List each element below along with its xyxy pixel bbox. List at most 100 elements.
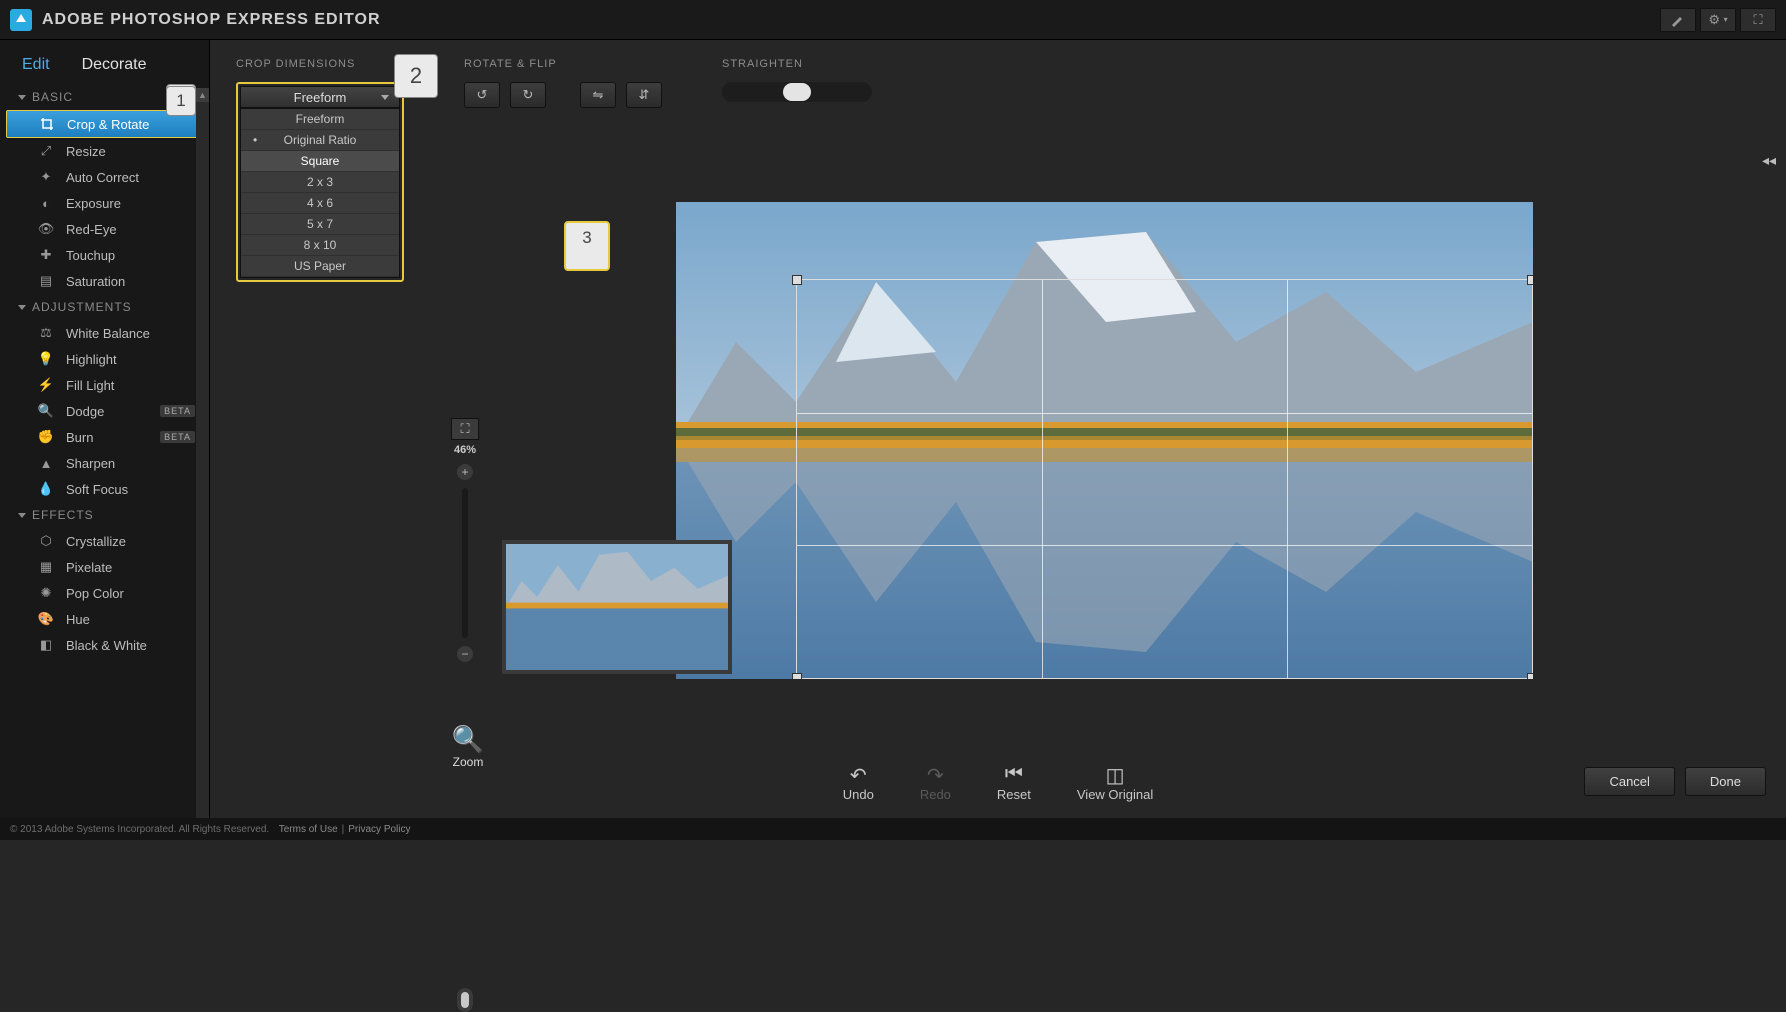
crop-handle-br[interactable]: [1527, 673, 1533, 679]
bw-icon: ◧: [38, 637, 54, 653]
tool-highlight[interactable]: 💡Highlight: [0, 346, 209, 372]
crop-option-square[interactable]: Square: [241, 151, 399, 172]
tool-red-eye[interactable]: 👁Red-Eye: [0, 216, 209, 242]
view-original-button[interactable]: ◫View Original: [1077, 763, 1153, 802]
header-eyedropper-button[interactable]: [1660, 8, 1696, 32]
tool-pop-color[interactable]: ✺Pop Color: [0, 580, 209, 606]
gear-icon: ⚙: [1708, 12, 1720, 28]
crop-option-8x10[interactable]: 8 x 10: [241, 235, 399, 256]
rotate-ccw-button[interactable]: ↺: [464, 82, 500, 108]
tool-white-balance[interactable]: ⚖White Balance: [0, 320, 209, 346]
reset-button[interactable]: ⏮Reset: [997, 763, 1031, 802]
privacy-link[interactable]: Privacy Policy: [348, 824, 410, 835]
exposure-icon: ◐: [38, 195, 54, 211]
undo-button[interactable]: ↶Undo: [843, 763, 874, 802]
cancel-button[interactable]: Cancel: [1584, 767, 1674, 796]
tool-resize[interactable]: ⤢Resize: [0, 138, 209, 164]
zoom-percent: 46%: [448, 444, 482, 456]
eye-icon: 👁: [38, 221, 54, 237]
image-canvas[interactable]: [676, 202, 1533, 679]
zoom-out-button[interactable]: −: [457, 646, 473, 662]
app-header: ADOBE PHOTOSHOP EXPRESS EDITOR ⚙ ▾ ⛶: [0, 0, 1786, 40]
history-actions: ↶Undo ↷Redo ⏮Reset ◫View Original: [210, 763, 1786, 802]
scroll-up-icon[interactable]: ▲: [196, 88, 209, 102]
zoom-controls: ⛶ 46% + −: [448, 418, 482, 662]
crop-handle-tr[interactable]: [1527, 275, 1533, 285]
flip-horizontal-button[interactable]: ⇋: [580, 82, 616, 108]
crop-option-5x7[interactable]: 5 x 7: [241, 214, 399, 235]
magnifier-icon[interactable]: 🔍: [442, 724, 494, 755]
tool-exposure[interactable]: ◐Exposure: [0, 190, 209, 216]
header-settings-button[interactable]: ⚙ ▾: [1700, 8, 1736, 32]
straighten-label: STRAIGHTEN: [722, 58, 872, 70]
group-adjustments-header[interactable]: ADJUSTMENTS: [0, 294, 209, 320]
fit-icon: ⛶: [460, 421, 469, 437]
callout-3: 3: [564, 221, 610, 271]
app-logo-icon: [10, 9, 32, 31]
zoom-slider[interactable]: [462, 488, 468, 638]
beta-badge: BETA: [160, 405, 195, 417]
chevron-down-icon: [18, 95, 26, 100]
flip-h-icon: ⇋: [593, 87, 604, 103]
tool-touchup[interactable]: ✚Touchup: [0, 242, 209, 268]
crop-icon: [39, 116, 55, 132]
crop-dropdown-button[interactable]: Freeform: [240, 86, 400, 108]
resize-icon: ⤢: [38, 143, 54, 159]
zoom-slider-thumb[interactable]: [457, 988, 473, 1012]
group-effects-header[interactable]: EFFECTS: [0, 502, 209, 528]
app-title: ADOBE PHOTOSHOP EXPRESS EDITOR: [42, 11, 381, 29]
compare-icon: ◫: [1077, 763, 1153, 787]
dodge-icon: 🔍: [38, 403, 54, 419]
tool-sharpen[interactable]: ▲Sharpen: [0, 450, 209, 476]
straighten-slider[interactable]: [722, 82, 872, 102]
tool-burn[interactable]: ✊BurnBETA: [0, 424, 209, 450]
tab-edit[interactable]: Edit: [22, 56, 50, 74]
popcolor-icon: ✺: [38, 585, 54, 601]
fit-to-screen-button[interactable]: ⛶: [451, 418, 479, 440]
tool-auto-correct[interactable]: ✦Auto Correct: [0, 164, 209, 190]
tab-decorate[interactable]: Decorate: [82, 56, 147, 74]
footer: © 2013 Adobe Systems Incorporated. All R…: [0, 818, 1786, 840]
flip-vertical-button[interactable]: ⇵: [626, 82, 662, 108]
balance-icon: ⚖: [38, 325, 54, 341]
zoom-in-button[interactable]: +: [457, 464, 473, 480]
crop-option-4x6[interactable]: 4 x 6: [241, 193, 399, 214]
tool-hue[interactable]: 🎨Hue: [0, 606, 209, 632]
crop-option-us-paper[interactable]: US Paper: [241, 256, 399, 277]
tool-soft-focus[interactable]: 💧Soft Focus: [0, 476, 209, 502]
crop-option-freeform[interactable]: Freeform: [241, 109, 399, 130]
bulb-icon: 💡: [38, 351, 54, 367]
tool-saturation[interactable]: ▤Saturation: [0, 268, 209, 294]
crop-dimensions-label: CROP DIMENSIONS: [236, 58, 404, 70]
rotate-cw-icon: ↻: [523, 87, 534, 103]
reset-icon: ⏮: [997, 763, 1031, 787]
sharpen-icon: ▲: [38, 455, 54, 471]
collapse-panel-button[interactable]: ◂◂: [1762, 152, 1776, 169]
header-fullscreen-button[interactable]: ⛶: [1740, 8, 1776, 32]
crop-handle-tl[interactable]: [792, 275, 802, 285]
tool-black-white[interactable]: ◧Black & White: [0, 632, 209, 658]
burn-icon: ✊: [38, 429, 54, 445]
crop-selection[interactable]: [796, 279, 1533, 679]
crop-option-2x3[interactable]: 2 x 3: [241, 172, 399, 193]
tool-dodge[interactable]: 🔍DodgeBETA: [0, 398, 209, 424]
pixelate-icon: ▦: [38, 559, 54, 575]
slider-thumb[interactable]: [783, 83, 811, 101]
tool-crystallize[interactable]: ⬡Crystallize: [0, 528, 209, 554]
rotate-cw-button[interactable]: ↻: [510, 82, 546, 108]
done-button[interactable]: Done: [1685, 767, 1766, 796]
rotate-ccw-icon: ↺: [477, 87, 488, 103]
rotate-flip-label: ROTATE & FLIP: [464, 58, 662, 70]
chevron-down-icon: [18, 513, 26, 518]
tool-pixelate[interactable]: ▦Pixelate: [0, 554, 209, 580]
sidebar-scrollbar[interactable]: ▲: [196, 88, 209, 818]
beta-badge: BETA: [160, 431, 195, 443]
tool-fill-light[interactable]: ⚡Fill Light: [0, 372, 209, 398]
crop-handle-bl[interactable]: [792, 673, 802, 679]
terms-link[interactable]: Terms of Use: [279, 824, 338, 835]
redo-button[interactable]: ↷Redo: [920, 763, 951, 802]
crop-dropdown-highlight: Freeform Freeform Original Ratio Square …: [236, 82, 404, 282]
navigator-thumbnail[interactable]: [502, 540, 732, 674]
fullscreen-icon: ⛶: [1753, 12, 1762, 28]
crop-option-original[interactable]: Original Ratio: [241, 130, 399, 151]
